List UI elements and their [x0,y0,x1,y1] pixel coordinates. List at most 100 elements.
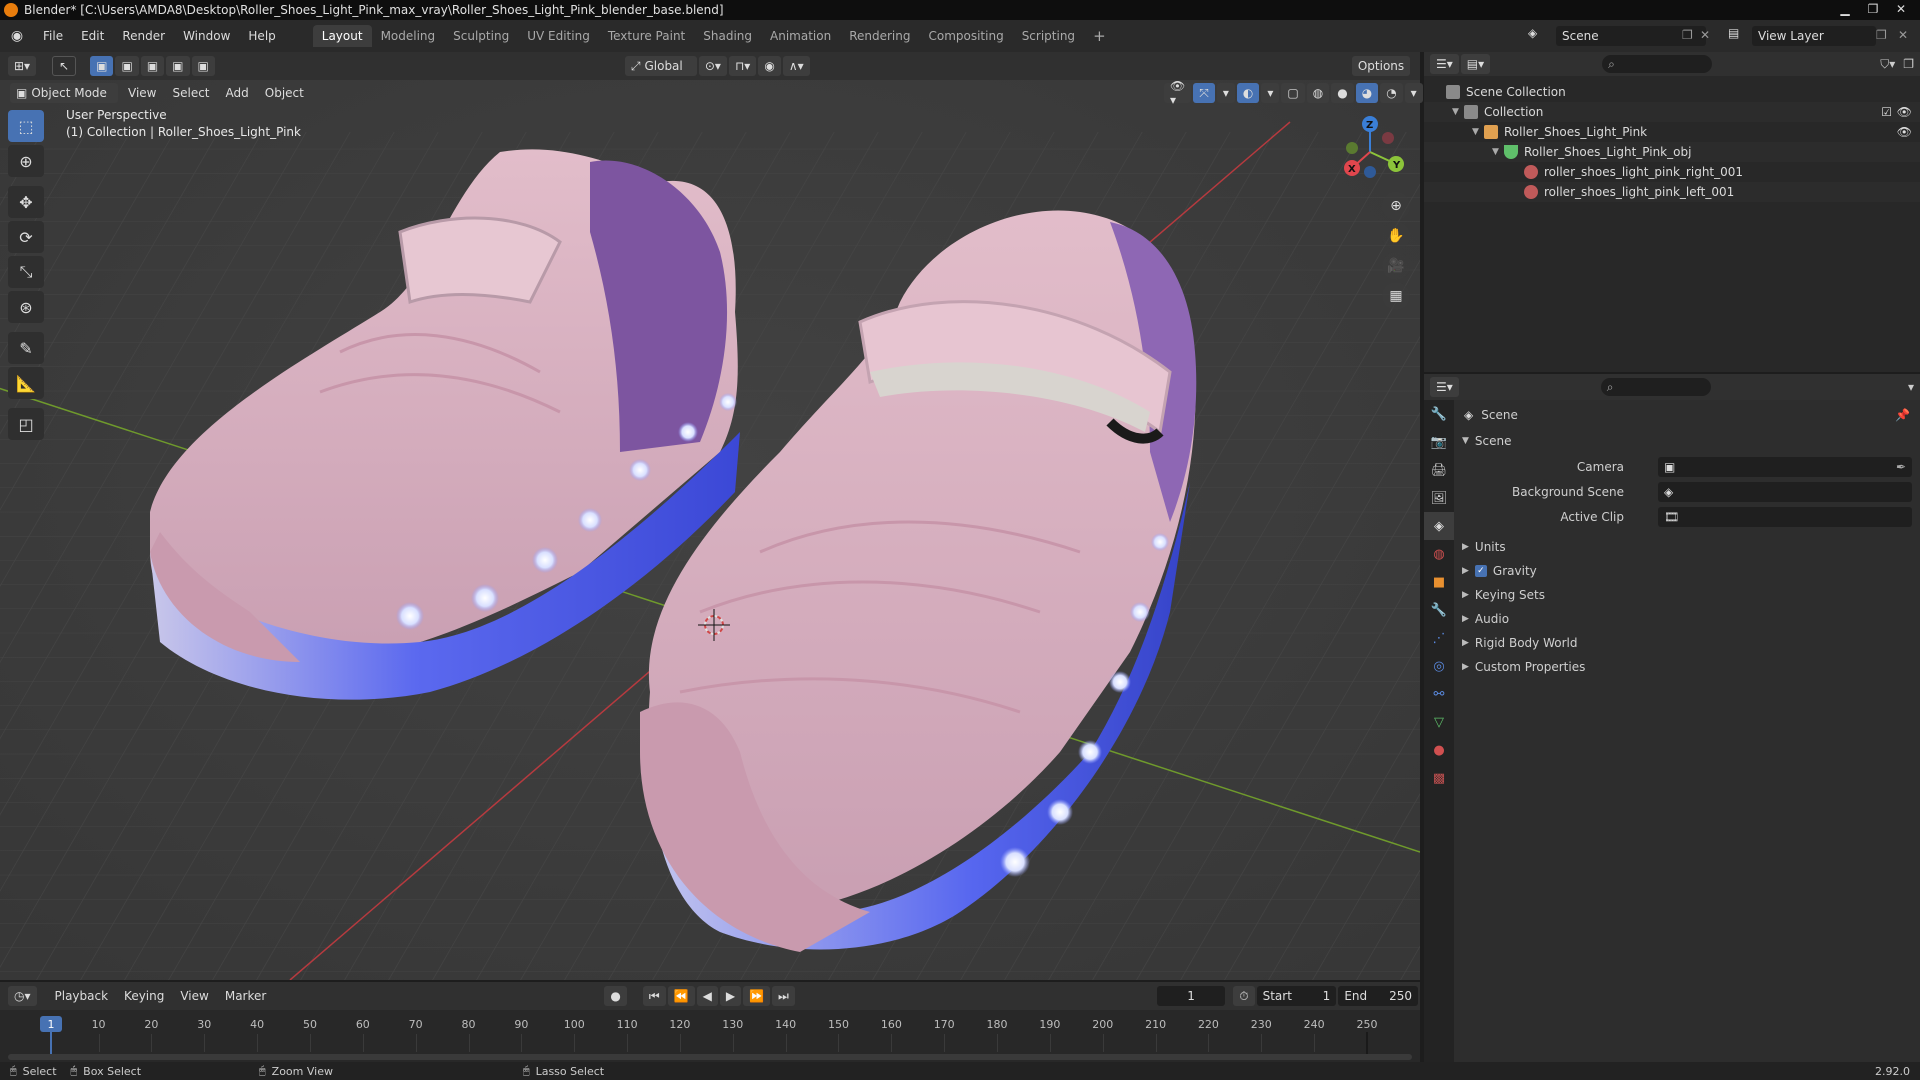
keying-sets-panel[interactable]: ▶ Keying Sets [1454,584,1920,606]
modifier-tab-icon[interactable]: 🔧 [1424,596,1454,624]
timeline-menu-keying[interactable]: Keying [116,989,172,1003]
add-workspace-button[interactable]: + [1084,23,1115,49]
ortho-grid-icon[interactable]: ▦ [1382,282,1410,310]
menu-window[interactable]: Window [174,29,239,43]
snap-icon[interactable]: ⊓▾ [728,56,757,76]
timeline-menu-view[interactable]: View [172,989,216,1003]
viewport-menu-add[interactable]: Add [218,86,257,100]
jump-keyframe-forward-icon[interactable]: ⏩ [743,986,770,1006]
timeline-scrollbar[interactable] [8,1054,1412,1060]
properties-editor-type-icon[interactable]: ☰▾ [1430,377,1459,397]
gravity-panel[interactable]: ▶ ✓ Gravity [1454,560,1920,582]
blender-menu-icon[interactable]: ◉ [0,28,34,44]
xray-icon[interactable]: ▢ [1281,83,1305,103]
rotate-tool-icon[interactable]: ⟳ [8,221,44,253]
auto-keying-icon[interactable]: ● [604,986,627,1006]
jump-start-icon[interactable]: ⏮ [642,986,666,1006]
remove-scene-icon[interactable]: ✕ [1700,28,1710,42]
select-extend-icon[interactable]: ▣ [115,56,139,76]
cursor-tool-icon[interactable]: ⊕ [8,145,44,177]
new-view-layer-icon[interactable]: ❐ [1876,28,1887,42]
annotate-tool-icon[interactable]: ✎ [8,332,44,364]
viewport-menu-view[interactable]: View [120,86,164,100]
tab-modeling[interactable]: Modeling [372,25,445,47]
properties-search-input[interactable]: ⌕ [1600,378,1711,396]
pan-hand-icon[interactable]: ✋ [1382,222,1410,250]
shading-dropdown-icon[interactable]: ▾ [1404,83,1423,103]
play-reverse-icon[interactable]: ◀ [696,986,718,1006]
background-scene-field[interactable]: ◈ [1658,482,1912,502]
tab-compositing[interactable]: Compositing [919,25,1012,47]
3d-viewport[interactable]: Z Y X User Perspective (1) Collection | … [0,52,1420,980]
viewport-menu-select[interactable]: Select [164,86,217,100]
menu-help[interactable]: Help [239,29,284,43]
eyedropper-icon[interactable]: ✒ [1896,460,1906,474]
tab-texture-paint[interactable]: Texture Paint [599,25,694,47]
tab-scripting[interactable]: Scripting [1013,25,1084,47]
shading-material-icon[interactable]: ◕ [1355,83,1379,103]
shading-rendered-icon[interactable]: ◔ [1380,83,1403,103]
overlay-toggle-icon[interactable]: ◐ [1236,83,1260,103]
active-clip-field[interactable]: 🎞 [1658,507,1912,527]
select-subtract-icon[interactable]: ▣ [140,56,165,76]
move-tool-icon[interactable]: ✥ [8,186,44,218]
overlay-dropdown-icon[interactable]: ▾ [1261,83,1280,103]
select-invert-icon[interactable]: ▣ [166,56,190,76]
render-tab-icon[interactable]: 📷 [1424,428,1454,456]
outliner-row-collection[interactable]: ▼ Collection ☑ 👁 [1424,102,1920,122]
outliner-row-material-left[interactable]: roller_shoes_light_pink_left_001 [1424,182,1920,202]
exclude-checkbox[interactable]: ☑ [1881,105,1892,119]
transform-tool-icon[interactable]: ⊛ [8,291,44,323]
outliner-row-scene-collection[interactable]: Scene Collection [1424,82,1920,102]
preview-range-icon[interactable]: ⏱ [1233,986,1255,1006]
scale-tool-icon[interactable]: ⤡ [8,256,44,288]
view-layer-selector[interactable]: View Layer [1752,26,1876,46]
zoom-icon[interactable]: ⊕ [1382,192,1410,220]
view-layer-icon[interactable]: ▤ [1728,26,1739,40]
mode-dropdown[interactable]: ▣ Object Mode [10,83,118,103]
constraints-tab-icon[interactable]: ⚯ [1424,680,1454,708]
particles-tab-icon[interactable]: ⋰ [1424,624,1454,652]
menu-edit[interactable]: Edit [72,29,113,43]
measure-tool-icon[interactable]: 📐 [8,367,44,399]
gizmo-dropdown-icon[interactable]: ▾ [1216,83,1235,103]
gravity-checkbox[interactable]: ✓ [1474,565,1487,577]
select-tool-icon[interactable]: ↖ [52,56,77,76]
world-tab-icon[interactable]: ◍ [1424,540,1454,568]
outliner-row-material-right[interactable]: roller_shoes_light_pink_right_001 [1424,162,1920,182]
timeline-editor-type-icon[interactable]: ◷▾ [8,986,37,1006]
filter-icon[interactable]: ⛉▾ [1880,57,1895,72]
pin-icon[interactable]: 📌 [1895,408,1910,422]
texture-tab-icon[interactable]: ▩ [1424,764,1454,792]
display-mode-icon[interactable]: ▤▾ [1460,54,1491,74]
camera-view-icon[interactable]: 🎥 [1382,252,1410,280]
physics-tab-icon[interactable]: ◎ [1424,652,1454,680]
start-frame-field[interactable]: Start 1 [1256,986,1337,1006]
viewport-menu-object[interactable]: Object [257,86,312,100]
select-new-icon[interactable]: ▣ [90,56,114,76]
view-layer-tab-icon[interactable]: 🖼 [1424,484,1454,512]
timeline-menu-marker[interactable]: Marker [217,989,274,1003]
tab-layout[interactable]: Layout [312,25,372,47]
camera-field[interactable]: ▣ ✒ [1658,457,1912,477]
custom-properties-panel[interactable]: ▶ Custom Properties [1454,656,1920,678]
scene-selector-icon[interactable]: ◈ [1528,26,1537,40]
jump-end-icon[interactable]: ⏭ [772,986,795,1006]
tab-sculpting[interactable]: Sculpting [444,25,518,47]
eye-icon[interactable]: 👁 [1897,105,1912,119]
options-dropdown[interactable]: Options [1352,56,1410,76]
collapse-arrow-icon[interactable]: ▼ [1492,147,1504,157]
units-panel[interactable]: ▶ Units [1454,536,1920,558]
output-tab-icon[interactable]: 🖨 [1424,456,1454,484]
eye-icon[interactable]: 👁 [1897,125,1912,139]
end-frame-field[interactable]: End 250 [1338,986,1419,1006]
collapse-arrow-icon[interactable]: ▼ [1452,107,1464,117]
jump-keyframe-back-icon[interactable]: ⏪ [667,986,695,1006]
audio-panel[interactable]: ▶ Audio [1454,608,1920,630]
close-button[interactable]: ✕ [1888,0,1914,18]
remove-view-layer-icon[interactable]: ✕ [1898,28,1908,42]
material-tab-icon[interactable]: ● [1424,736,1454,764]
menu-render[interactable]: Render [113,29,174,43]
outliner-row-mesh[interactable]: ▼ Roller_Shoes_Light_Pink_obj [1424,142,1920,162]
gizmo-toggle-icon[interactable]: ⤧ [1193,83,1215,103]
